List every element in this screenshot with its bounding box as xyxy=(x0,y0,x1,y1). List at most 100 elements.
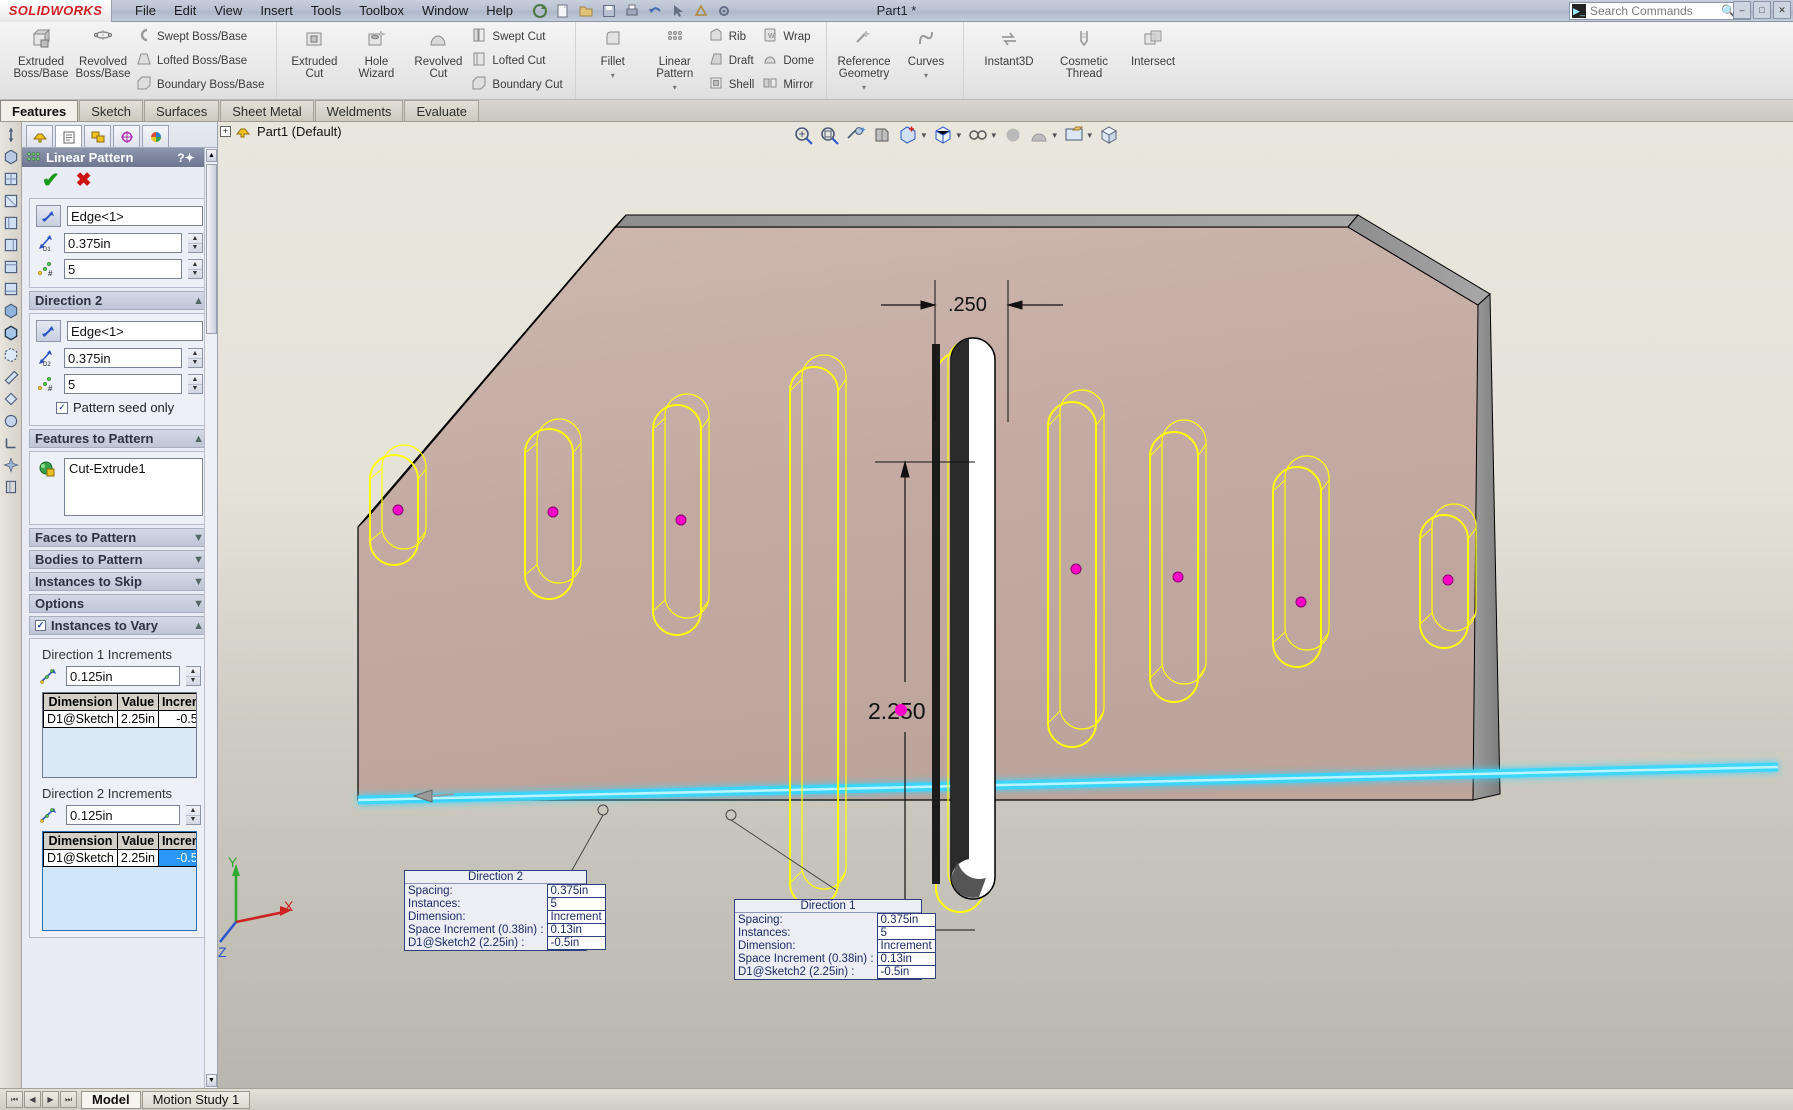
shell-button[interactable]: Shell xyxy=(706,73,761,97)
mirror-button[interactable]: Mirror xyxy=(760,73,820,97)
extruded-cut-button[interactable]: ExtrudedCut xyxy=(283,22,345,99)
direction-2-callout[interactable]: Direction 2 Spacing: 0.375in Instances: … xyxy=(404,870,587,951)
draft-button[interactable]: Draft xyxy=(706,49,761,73)
menu-bar[interactable]: File Edit View Insert Tools Toolbox Wind… xyxy=(126,0,522,22)
feature-manager-tab[interactable] xyxy=(26,125,53,147)
curves-button[interactable]: Curves ▾ xyxy=(895,22,957,99)
undo-icon[interactable] xyxy=(647,3,663,19)
features-to-pattern-section-header[interactable]: Features to Pattern ▲ xyxy=(29,429,210,448)
scroll-down-arrow[interactable]: ▼ xyxy=(206,1074,217,1087)
direction-1-callout[interactable]: Direction 1 Spacing: 0.375in Instances: … xyxy=(734,899,922,980)
chevron-up-icon[interactable]: ▲ xyxy=(193,295,204,307)
minimize-button[interactable]: – xyxy=(1733,1,1751,19)
bottom-view-icon[interactable] xyxy=(2,280,20,298)
search-commands-box[interactable]: ▶_ Search Commands 🔍 ▼ xyxy=(1569,2,1751,20)
direction-1-instances-spinner[interactable]: ▲▼ xyxy=(188,259,203,279)
direction-2-reverse-button[interactable] xyxy=(36,320,61,342)
record-navigation[interactable]: ⏮ ◀ ▶ ⏭ xyxy=(6,1091,77,1108)
revolved-cut-button[interactable]: RevolvedCut xyxy=(407,22,469,99)
bottom-tab-model[interactable]: Model xyxy=(81,1091,141,1109)
help-icon[interactable]: ?✦ xyxy=(177,151,194,165)
chevron-down-icon[interactable]: ▼ xyxy=(193,554,204,566)
manager-tab-strip[interactable] xyxy=(22,122,217,148)
direction-2-section-header[interactable]: Direction 2 ▲ xyxy=(29,291,210,310)
next-record-icon[interactable]: ▶ xyxy=(42,1091,59,1108)
features-to-pattern-list[interactable]: Cut-Extrude1 xyxy=(64,458,203,516)
previous-record-icon[interactable]: ◀ xyxy=(24,1091,41,1108)
print-icon[interactable] xyxy=(624,3,640,19)
ok-check-icon[interactable]: ✔ xyxy=(42,172,60,190)
cell-increment[interactable]: -0.5in xyxy=(158,850,197,867)
shaded-display-icon[interactable] xyxy=(2,302,20,320)
callout-value-spacing[interactable]: 0.375in xyxy=(877,914,935,927)
chevron-down-icon[interactable]: ▾ xyxy=(862,82,866,94)
dome-button[interactable]: Dome xyxy=(760,49,820,73)
scroll-up-arrow[interactable]: ▲ xyxy=(206,149,217,162)
cell-dimension[interactable]: D1@Sketch xyxy=(44,850,118,867)
dimension-tool-icon[interactable] xyxy=(2,126,20,144)
chevron-up-icon[interactable]: ▲ xyxy=(193,620,204,632)
top-view-icon[interactable] xyxy=(2,258,20,276)
instances-to-vary-checkbox[interactable]: ✓ xyxy=(35,620,46,631)
direction-1-increment-row[interactable]: 0.125in ▲▼ xyxy=(38,666,201,686)
pattern-seed-only-row[interactable]: ✓ Pattern seed only xyxy=(56,400,203,415)
chevron-down-icon[interactable]: ▾ xyxy=(611,70,615,82)
direction-1-instances-row[interactable]: # 5 ▲▼ xyxy=(36,259,203,279)
quick-access-toolbar[interactable] xyxy=(532,3,732,19)
menu-item-toolbox[interactable]: Toolbox xyxy=(350,1,413,20)
front-view-icon[interactable] xyxy=(2,170,20,188)
boundary-cut-button[interactable]: Boundary Cut xyxy=(469,73,568,97)
menu-item-view[interactable]: View xyxy=(205,1,251,20)
property-manager-actions[interactable]: ✔ ✖ xyxy=(22,167,217,195)
swept-cut-button[interactable]: Swept Cut xyxy=(469,25,568,49)
last-record-icon[interactable]: ⏭ xyxy=(60,1091,77,1108)
left-view-icon[interactable] xyxy=(2,214,20,232)
menu-item-insert[interactable]: Insert xyxy=(251,1,302,20)
property-manager-panel[interactable]: Linear Pattern ?✦ ? ✔ ✖ Edge<1> D1 0.375… xyxy=(22,122,218,1088)
bottom-tab-bar[interactable]: ⏮ ◀ ▶ ⏭ Model Motion Study 1 xyxy=(0,1088,1793,1110)
chevron-down-icon[interactable]: ▼ xyxy=(193,576,204,588)
appearance-icon[interactable] xyxy=(2,412,20,430)
rebuild2-icon[interactable] xyxy=(693,3,709,19)
measure-icon[interactable] xyxy=(2,368,20,386)
rebuild-icon[interactable] xyxy=(532,3,548,19)
cell-dimension[interactable]: D1@Sketch xyxy=(44,711,118,728)
hole-wizard-button[interactable]: HoleWizard xyxy=(345,22,407,99)
cell-value[interactable]: 2.25in xyxy=(117,711,158,728)
revolved-boss-base-button[interactable]: RevolvedBoss/Base xyxy=(72,22,134,99)
direction-1-increment-spinner[interactable]: ▲▼ xyxy=(186,666,201,686)
direction-1-spacing-field[interactable]: 0.375in xyxy=(64,233,182,253)
back-view-icon[interactable] xyxy=(2,192,20,210)
dimxpert-manager-tab[interactable] xyxy=(113,125,140,147)
direction-2-spacing-row[interactable]: D2 0.375in ▲▼ xyxy=(36,348,203,368)
configuration-manager-tab[interactable] xyxy=(84,125,111,147)
lofted-boss-base-button[interactable]: Lofted Boss/Base xyxy=(134,49,270,73)
maximize-button[interactable]: □ xyxy=(1753,1,1771,19)
fillet-button[interactable]: Fillet ▾ xyxy=(582,22,644,99)
features-to-pattern-row[interactable]: Cut-Extrude1 xyxy=(36,458,203,516)
direction-1-edge-row[interactable]: Edge<1> xyxy=(36,205,203,227)
direction-2-instances-row[interactable]: # 5 ▲▼ xyxy=(36,374,203,394)
direction-2-variation-table-wrap[interactable]: Dimension Value Increment D1@Sketch 2.25… xyxy=(42,831,197,931)
rib-button[interactable]: Rib xyxy=(706,25,761,49)
extruded-boss-base-button[interactable]: ExtrudedBoss/Base xyxy=(10,22,72,99)
reference-geometry-button[interactable]: ReferenceGeometry ▾ xyxy=(833,22,895,99)
linear-pattern-button[interactable]: LinearPattern ▾ xyxy=(644,22,706,99)
direction-2-spacing-field[interactable]: 0.375in xyxy=(64,348,182,368)
chevron-down-icon[interactable]: ▾ xyxy=(924,70,928,82)
attach-icon[interactable] xyxy=(2,478,20,496)
save-icon[interactable] xyxy=(601,3,617,19)
direction-2-spacing-spinner[interactable]: ▲▼ xyxy=(188,348,203,368)
direction-2-increment-field[interactable]: 0.125in xyxy=(66,805,180,825)
direction-1-instances-field[interactable]: 5 xyxy=(64,259,182,279)
chevron-up-icon[interactable]: ▲ xyxy=(193,433,204,445)
section-view-icon[interactable] xyxy=(2,390,20,408)
right-view-icon[interactable] xyxy=(2,236,20,254)
view-vertical-toolbar[interactable] xyxy=(0,122,22,1088)
callout-value-sketch-dim[interactable]: -0.5in xyxy=(547,937,605,950)
first-record-icon[interactable]: ⏮ xyxy=(6,1091,23,1108)
snap-icon[interactable] xyxy=(2,456,20,474)
callout-value-dimension[interactable]: Increment xyxy=(547,911,605,924)
direction-2-increment-row[interactable]: 0.125in ▲▼ xyxy=(38,805,201,825)
close-button[interactable]: ✕ xyxy=(1773,1,1791,19)
